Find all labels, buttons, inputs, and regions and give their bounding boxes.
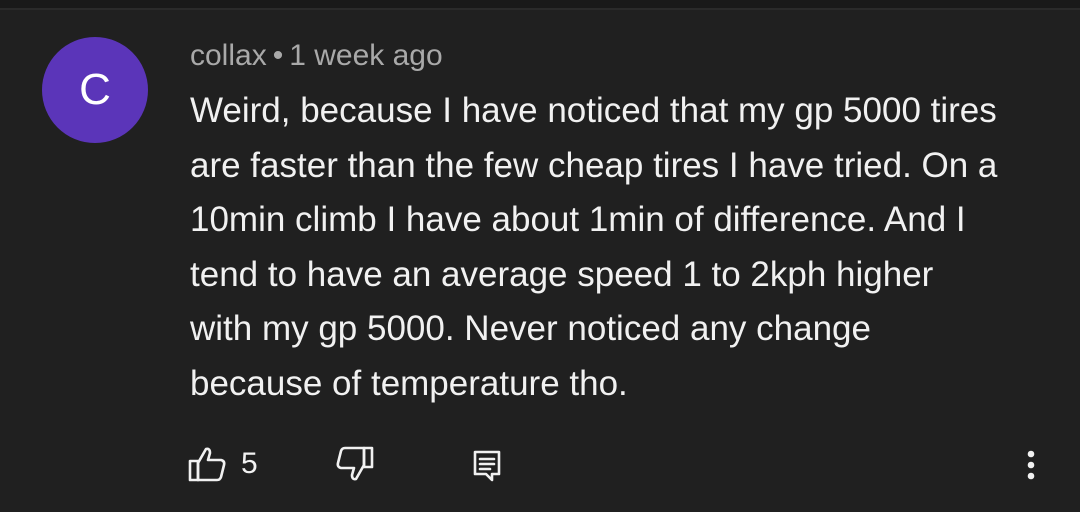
thumbs-up-icon (187, 444, 227, 484)
dislike-button[interactable] (335, 440, 375, 488)
comment-meta: collax • 1 week ago (190, 38, 443, 74)
comment-text: Weird, because I have noticed that my gp… (190, 91, 998, 403)
more-options-button[interactable] (1016, 440, 1046, 488)
avatar-letter: C (79, 65, 111, 114)
reply-button[interactable] (470, 440, 504, 488)
like-button[interactable]: 5 (187, 440, 258, 488)
like-count: 5 (241, 447, 258, 480)
more-vertical-icon (1016, 444, 1046, 484)
comment-actions: 5 (0, 440, 1080, 488)
thumbs-down-icon (335, 444, 375, 484)
meta-separator: • (272, 39, 284, 72)
top-strip (0, 0, 1080, 8)
comment-reply-icon (470, 444, 504, 484)
comment-timestamp[interactable]: 1 week ago (289, 39, 442, 72)
avatar[interactable]: C (42, 37, 148, 143)
author-name[interactable]: collax (190, 39, 267, 72)
top-divider (0, 8, 1080, 10)
